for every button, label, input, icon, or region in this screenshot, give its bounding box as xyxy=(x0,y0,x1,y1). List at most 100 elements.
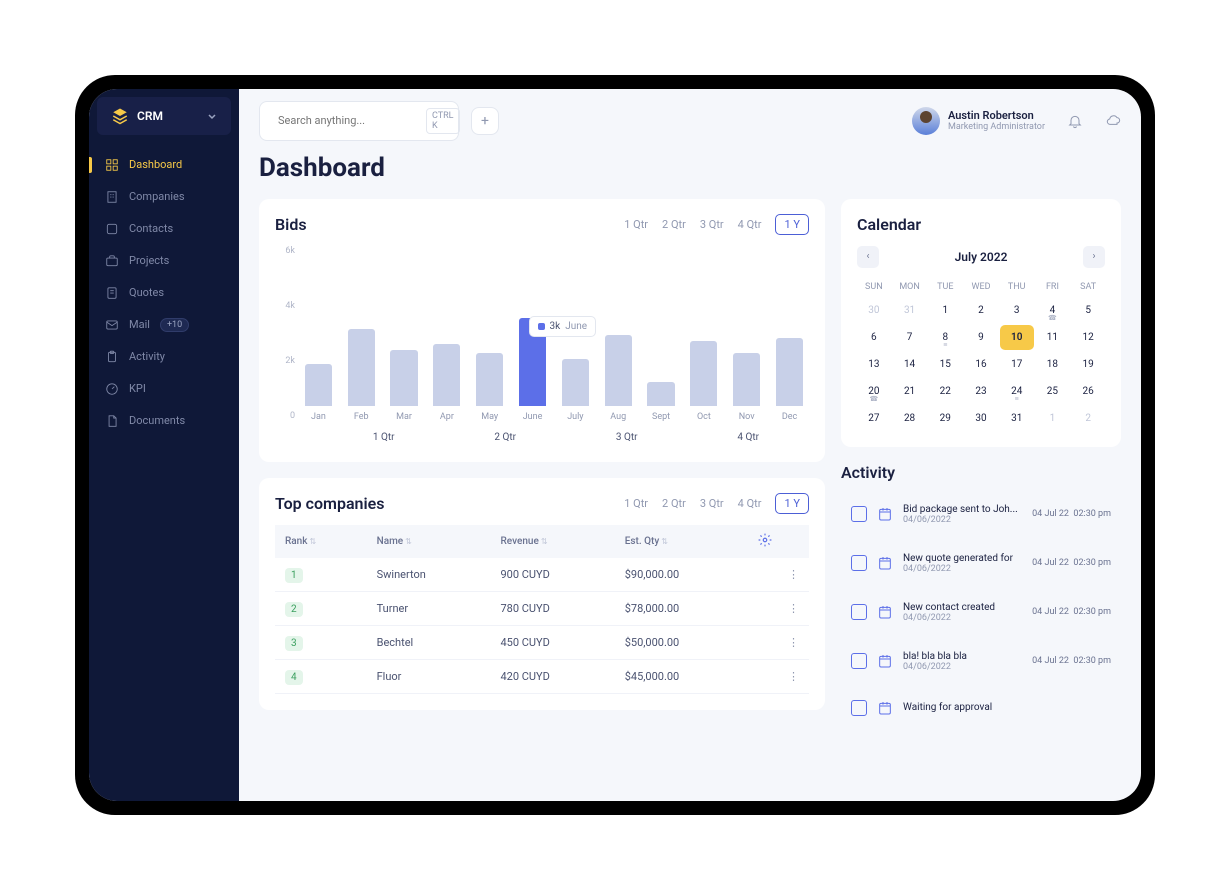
calendar-day[interactable]: 29 xyxy=(928,406,962,431)
tab-2qtr[interactable]: 2 Qtr xyxy=(662,497,686,510)
calendar-day[interactable]: 30 xyxy=(964,406,998,431)
activity-item[interactable]: New contact created04/06/202204 Jul 22 0… xyxy=(841,592,1121,633)
nav-item-projects[interactable]: Projects xyxy=(89,245,239,277)
calendar-day[interactable]: 7 xyxy=(893,325,927,350)
note-icon xyxy=(105,286,119,300)
col-estqty[interactable]: Est. Qty⇅ xyxy=(615,525,748,558)
row-menu-icon[interactable]: ⋮ xyxy=(788,670,799,683)
calendar-day[interactable]: 19 xyxy=(1071,352,1105,377)
tab-2qtr[interactable]: 2 Qtr xyxy=(662,218,686,231)
bar-may[interactable] xyxy=(476,353,503,406)
gauge-icon xyxy=(105,382,119,396)
activity-item[interactable]: bla! bla bla bla04/06/202204 Jul 22 02:3… xyxy=(841,641,1121,682)
search-input[interactable] xyxy=(278,114,418,127)
calendar-day[interactable]: 1 xyxy=(1036,406,1070,431)
tab-1y[interactable]: 1 Y xyxy=(775,214,809,235)
calendar-prev-button[interactable]: ‹ xyxy=(857,246,879,268)
activity-item[interactable]: New quote generated for04/06/202204 Jul … xyxy=(841,543,1121,584)
calendar-day[interactable]: 31 xyxy=(893,298,927,323)
checkbox-icon[interactable] xyxy=(851,555,867,571)
tab-3qtr[interactable]: 3 Qtr xyxy=(700,218,724,231)
table-row[interactable]: 4Fluor420 CUYD$45,000.00⋮ xyxy=(275,659,809,693)
checkbox-icon[interactable] xyxy=(851,506,867,522)
checkbox-icon[interactable] xyxy=(851,700,867,716)
nav-item-dashboard[interactable]: Dashboard xyxy=(89,149,239,181)
activity-item[interactable]: Waiting for approval xyxy=(841,690,1121,726)
calendar-day[interactable]: 9 xyxy=(964,325,998,350)
nav-item-contacts[interactable]: Contacts xyxy=(89,213,239,245)
calendar-day[interactable]: 14 xyxy=(893,352,927,377)
col-rank[interactable]: Rank⇅ xyxy=(275,525,367,558)
calendar-day[interactable]: 31 xyxy=(1000,406,1034,431)
user-menu[interactable]: Austin Robertson Marketing Administrator xyxy=(912,107,1045,135)
row-menu-icon[interactable]: ⋮ xyxy=(788,568,799,581)
bar-oct[interactable] xyxy=(690,341,717,406)
brand-switcher[interactable]: CRM xyxy=(97,97,231,135)
calendar-day[interactable]: 16 xyxy=(964,352,998,377)
tab-4qtr[interactable]: 4 Qtr xyxy=(738,497,762,510)
calendar-day[interactable]: 24≡ xyxy=(1000,379,1034,404)
table-row[interactable]: 1Swinerton900 CUYD$90,000.00⋮ xyxy=(275,558,809,592)
tab-3qtr[interactable]: 3 Qtr xyxy=(700,497,724,510)
bell-icon[interactable] xyxy=(1067,113,1083,129)
add-button[interactable]: + xyxy=(471,107,499,135)
bar-mar[interactable] xyxy=(390,350,417,406)
brand-icon xyxy=(111,107,129,125)
calendar-day[interactable]: 22 xyxy=(928,379,962,404)
calendar-day[interactable]: 11 xyxy=(1036,325,1070,350)
bar-jan[interactable] xyxy=(305,364,332,405)
calendar-day[interactable]: 17 xyxy=(1000,352,1034,377)
bar-dec[interactable] xyxy=(776,338,803,405)
calendar-day[interactable]: 10 xyxy=(1000,325,1034,350)
calendar-day[interactable]: 1 xyxy=(928,298,962,323)
calendar-day[interactable]: 12 xyxy=(1071,325,1105,350)
calendar-day[interactable]: 2 xyxy=(964,298,998,323)
calendar-day[interactable]: 8≡ xyxy=(928,325,962,350)
calendar-day[interactable]: 28 xyxy=(893,406,927,431)
tab-1qtr[interactable]: 1 Qtr xyxy=(624,218,648,231)
calendar-day[interactable]: 15 xyxy=(928,352,962,377)
bar-apr[interactable] xyxy=(433,344,460,406)
calendar-day[interactable]: 20☎ xyxy=(857,379,891,404)
calendar-day[interactable]: 4☎ xyxy=(1036,298,1070,323)
table-row[interactable]: 3Bechtel450 CUYD$50,000.00⋮ xyxy=(275,625,809,659)
row-menu-icon[interactable]: ⋮ xyxy=(788,636,799,649)
bar-nov[interactable] xyxy=(733,353,760,406)
col-name[interactable]: Name⇅ xyxy=(367,525,491,558)
nav-item-mail[interactable]: Mail+10 xyxy=(89,309,239,341)
calendar-day[interactable]: 26 xyxy=(1071,379,1105,404)
checkbox-icon[interactable] xyxy=(851,653,867,669)
calendar-day[interactable]: 25 xyxy=(1036,379,1070,404)
nav-item-activity[interactable]: Activity xyxy=(89,341,239,373)
calendar-day[interactable]: 27 xyxy=(857,406,891,431)
tab-1qtr[interactable]: 1 Qtr xyxy=(624,497,648,510)
tab-1y[interactable]: 1 Y xyxy=(775,493,809,514)
row-menu-icon[interactable]: ⋮ xyxy=(788,602,799,615)
col-revenue[interactable]: Revenue⇅ xyxy=(490,525,614,558)
calendar-next-button[interactable]: › xyxy=(1083,246,1105,268)
calendar-day[interactable]: 21 xyxy=(893,379,927,404)
checkbox-icon[interactable] xyxy=(851,604,867,620)
calendar-day[interactable]: 6 xyxy=(857,325,891,350)
tab-4qtr[interactable]: 4 Qtr xyxy=(738,218,762,231)
calendar-day[interactable]: 23 xyxy=(964,379,998,404)
bar-july[interactable] xyxy=(562,359,589,406)
activity-item[interactable]: Bid package sent to Joh...04/06/202204 J… xyxy=(841,494,1121,535)
bar-feb[interactable] xyxy=(348,329,375,405)
calendar-day[interactable]: 2 xyxy=(1071,406,1105,431)
calendar-day[interactable]: 5 xyxy=(1071,298,1105,323)
cloud-icon[interactable] xyxy=(1105,113,1121,129)
calendar-day[interactable]: 18 xyxy=(1036,352,1070,377)
calendar-day[interactable]: 30 xyxy=(857,298,891,323)
calendar-day[interactable]: 3 xyxy=(1000,298,1034,323)
table-row[interactable]: 2Turner780 CUYD$78,000.00⋮ xyxy=(275,591,809,625)
bar-aug[interactable] xyxy=(605,335,632,405)
search-box[interactable]: CTRL K xyxy=(259,101,459,141)
bar-sept[interactable] xyxy=(647,382,674,405)
calendar-day[interactable]: 13 xyxy=(857,352,891,377)
gear-icon[interactable] xyxy=(758,533,772,547)
nav-item-companies[interactable]: Companies xyxy=(89,181,239,213)
nav-item-quotes[interactable]: Quotes xyxy=(89,277,239,309)
nav-item-documents[interactable]: Documents xyxy=(89,405,239,437)
nav-item-kpi[interactable]: KPI xyxy=(89,373,239,405)
